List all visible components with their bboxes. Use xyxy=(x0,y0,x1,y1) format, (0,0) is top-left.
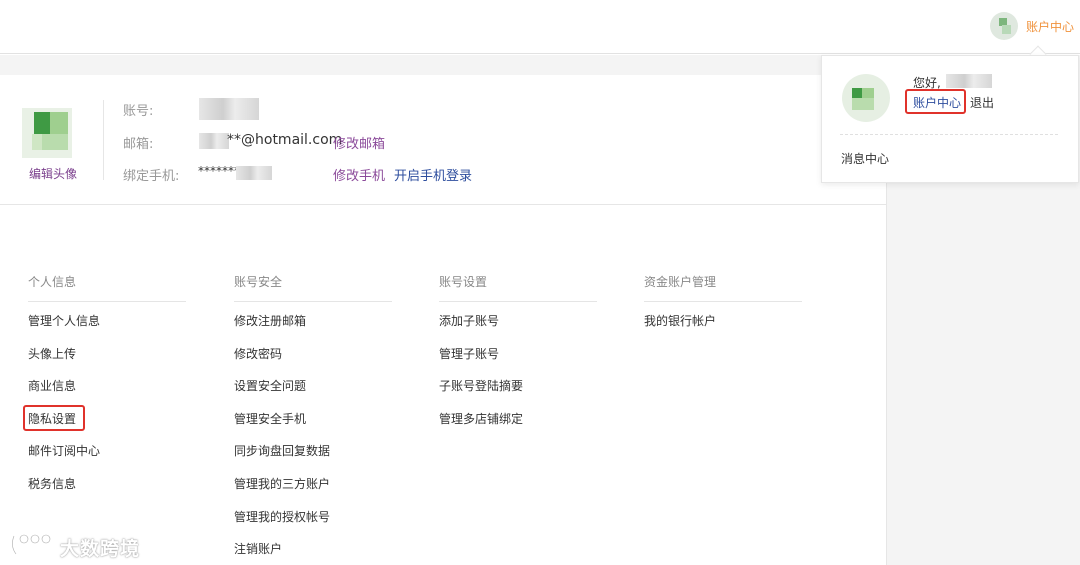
watermark-text: 大数跨境 xyxy=(60,538,141,560)
change-phone-link[interactable]: 修改手机 xyxy=(333,165,385,184)
divider xyxy=(840,134,1058,135)
column-fund-accounts: 资金账户管理 我的银行帐户 xyxy=(644,270,802,338)
avatar-pixel xyxy=(32,134,42,150)
phone-value: ******* xyxy=(198,164,240,178)
avatar-pixel xyxy=(852,88,862,98)
column-account-security: 账号安全 修改注册邮箱 修改密码 设置安全问题 管理安全手机 同步询盘回复数据 … xyxy=(234,270,392,565)
logout-link[interactable]: 退出 xyxy=(970,94,994,111)
avatar-pixel xyxy=(42,134,68,150)
menu-item[interactable]: 管理安全手机 xyxy=(234,403,392,436)
highlight-box xyxy=(23,405,85,431)
user-avatar[interactable] xyxy=(990,12,1018,40)
column-title: 个人信息 xyxy=(28,270,186,302)
column-title: 账号设置 xyxy=(439,270,597,302)
column-title: 账号安全 xyxy=(234,270,392,302)
menu-item[interactable]: 修改密码 xyxy=(234,338,392,371)
column-title: 资金账户管理 xyxy=(644,270,802,302)
email-value: **@hotmail.com xyxy=(227,132,343,148)
message-center-link[interactable]: 消息中心 xyxy=(841,150,889,167)
account-label: 账号: xyxy=(123,104,154,119)
change-email-link[interactable]: 修改邮箱 xyxy=(333,133,385,152)
avatar-pixel xyxy=(1002,25,1011,34)
username-redacted xyxy=(946,74,992,88)
watermark: 大数跨境 xyxy=(8,530,148,560)
menu-item[interactable]: 头像上传 xyxy=(28,338,186,371)
column-account-settings: 账号设置 添加子账号 管理子账号 子账号登陆摘要 管理多店铺绑定 xyxy=(439,270,597,435)
highlight-box xyxy=(905,89,966,114)
menu-item[interactable]: 管理多店铺绑定 xyxy=(439,403,597,436)
avatar-pixel xyxy=(34,112,50,134)
email-label: 邮箱: xyxy=(123,137,154,152)
avatar-pixel xyxy=(862,88,874,98)
account-value-redacted xyxy=(199,98,259,120)
divider xyxy=(103,100,104,180)
menu-item[interactable]: 邮件订阅中心 xyxy=(28,435,186,468)
menu-item[interactable]: 注销账户 xyxy=(234,533,392,565)
menu-item[interactable]: 商业信息 xyxy=(28,370,186,403)
profile-avatar[interactable] xyxy=(22,108,72,158)
menu-item[interactable]: 设置安全问题 xyxy=(234,370,392,403)
menu-item[interactable]: 我的银行帐户 xyxy=(644,305,802,338)
phone-label: 绑定手机: xyxy=(123,169,180,184)
menu-item[interactable]: 同步询盘回复数据 xyxy=(234,435,392,468)
column-personal-info: 个人信息 管理个人信息 头像上传 商业信息 隐私设置 邮件订阅中心 税务信息 xyxy=(28,270,186,501)
phone-value-redacted xyxy=(236,166,272,180)
menu-item[interactable]: 管理子账号 xyxy=(439,338,597,371)
account-center-link[interactable]: 账户中心 xyxy=(1026,18,1074,35)
menu-item[interactable]: 税务信息 xyxy=(28,468,186,501)
menu-item[interactable]: 管理我的授权帐号 xyxy=(234,501,392,534)
avatar-pixel xyxy=(50,112,68,134)
dropdown-avatar[interactable] xyxy=(842,74,890,122)
avatar-pixel xyxy=(852,98,874,110)
enable-phone-login-link[interactable]: 开启手机登录 xyxy=(394,165,472,184)
email-value-redacted xyxy=(199,133,229,149)
menu-item[interactable]: 管理个人信息 xyxy=(28,305,186,338)
top-bar: 账户中心 xyxy=(0,0,1080,54)
menu-item[interactable]: 添加子账号 xyxy=(439,305,597,338)
profile-panel: 编辑头像 账号: 邮箱: **@hotmail.com 修改邮箱 绑定手机: *… xyxy=(0,75,886,205)
account-dropdown: 您好, 账户中心 退出 消息中心 xyxy=(821,55,1079,183)
edit-avatar-link[interactable]: 编辑头像 xyxy=(29,165,77,182)
menu-item[interactable]: 修改注册邮箱 xyxy=(234,305,392,338)
watermark-logo-icon xyxy=(11,533,52,555)
menu-item[interactable]: 管理我的三方账户 xyxy=(234,468,392,501)
menu-item[interactable]: 子账号登陆摘要 xyxy=(439,370,597,403)
